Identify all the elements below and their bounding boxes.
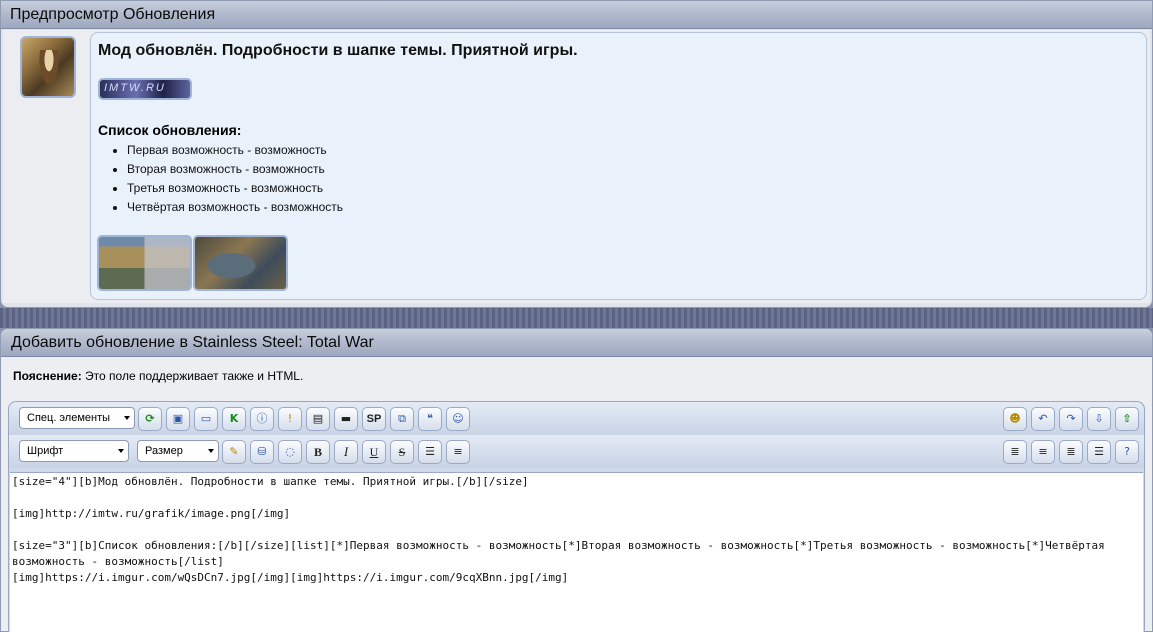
list-item: Четвёртая возможность - возможность xyxy=(127,198,343,217)
update-list-title: Список обновления: xyxy=(98,122,242,138)
special-elements-select[interactable]: Спец. элементы xyxy=(19,407,135,429)
justify-icon[interactable]: ☰ xyxy=(1087,440,1111,464)
bold-button[interactable]: B xyxy=(306,440,330,464)
upload-icon[interactable]: ⇧ xyxy=(1115,407,1139,431)
redo-icon[interactable]: ↷ xyxy=(1059,407,1083,431)
list-item: Вторая возможность - возможность xyxy=(127,160,343,179)
post-content: Мод обновлён. Подробности в шапке темы. … xyxy=(90,32,1147,300)
italic-button[interactable]: I xyxy=(334,440,358,464)
size-select-label: Размер xyxy=(145,445,183,457)
align-left-icon[interactable]: ≣ xyxy=(1003,440,1027,464)
strikethrough-button[interactable]: S xyxy=(390,440,414,464)
screenshot-thumbnail-2[interactable] xyxy=(193,235,288,291)
align-right-icon[interactable]: ≣ xyxy=(1059,440,1083,464)
font-select-label: Шрифт xyxy=(27,445,64,457)
warning-icon[interactable]: ! xyxy=(278,407,302,431)
page-icon[interactable]: ▤ xyxy=(306,407,330,431)
post-heading: Мод обновлён. Подробности в шапке темы. … xyxy=(98,42,578,59)
avatar xyxy=(20,36,76,98)
update-list: Первая возможность - возможность Вторая … xyxy=(127,141,343,217)
windows-icon[interactable]: ⧉ xyxy=(390,407,414,431)
list-item: Первая возможность - возможность xyxy=(127,141,343,160)
quote-icon[interactable]: ❝ xyxy=(418,407,442,431)
screenshot-thumbnail-1[interactable] xyxy=(97,235,192,291)
speech-bubble-icon[interactable]: ◌ xyxy=(278,440,302,464)
underline-button[interactable]: U xyxy=(362,440,386,464)
chevron-down-icon xyxy=(208,449,214,453)
user-icon[interactable]: ☺ xyxy=(446,407,470,431)
bbcode-editor: Спец. элементы ⟳ ▣ ▭ K ⓘ ! ▤ ▬ SP ⧉ ❝ ☺ … xyxy=(8,401,1145,632)
refresh-icon[interactable]: ⟳ xyxy=(138,407,162,431)
undo-icon[interactable]: ↶ xyxy=(1031,407,1055,431)
hr-icon[interactable]: ▬ xyxy=(334,407,358,431)
numbered-list-icon[interactable]: ≡ xyxy=(446,440,470,464)
k-icon[interactable]: K xyxy=(222,407,246,431)
help-icon[interactable]: ? xyxy=(1115,440,1139,464)
editor-textarea[interactable]: [size="4"][b]Мод обновлён. Подробности в… xyxy=(10,472,1143,632)
banner-image: IMTW.RU xyxy=(98,78,192,100)
window-icon[interactable]: ▭ xyxy=(194,407,218,431)
download-icon[interactable]: ⇩ xyxy=(1087,407,1111,431)
bullet-list-icon[interactable]: ☰ xyxy=(418,440,442,464)
list-item: Третья возможность - возможность xyxy=(127,179,343,198)
special-elements-label: Спец. элементы xyxy=(27,412,111,424)
separator-strip xyxy=(0,308,1153,328)
pencil-icon[interactable]: ✎ xyxy=(222,440,246,464)
size-select[interactable]: Размер xyxy=(137,440,219,462)
preview-title: Предпросмотр Обновления xyxy=(1,1,1152,29)
add-update-title: Добавить обновление в Stainless Steel: T… xyxy=(1,329,1152,357)
font-select[interactable]: Шрифт xyxy=(19,440,129,462)
preview-panel: Предпросмотр Обновления Мод обновлён. По… xyxy=(0,0,1153,308)
note-text: Это поле поддерживает также и HTML. xyxy=(81,369,304,383)
info-icon[interactable]: ⓘ xyxy=(250,407,274,431)
note: Пояснение: Это поле поддерживает также и… xyxy=(13,369,303,383)
spoiler-button[interactable]: SP xyxy=(362,407,386,431)
toolbar-row-1: Спец. элементы ⟳ ▣ ▭ K ⓘ ! ▤ ▬ SP ⧉ ❝ ☺ … xyxy=(9,402,1144,435)
chevron-down-icon xyxy=(124,416,130,420)
toolbar-row-2: Шрифт Размер ✎ ⛁ ◌ B I U S ☰ ≡ ≣ ≡ ≣ ☰ ? xyxy=(9,435,1144,468)
image-icon[interactable]: ▣ xyxy=(166,407,190,431)
chevron-down-icon xyxy=(118,449,124,453)
paint-bucket-icon[interactable]: ⛁ xyxy=(250,440,274,464)
align-center-icon[interactable]: ≡ xyxy=(1031,440,1055,464)
smiley-icon[interactable]: ☻ xyxy=(1003,407,1027,431)
note-label: Пояснение: xyxy=(13,369,82,383)
preview-body: Мод обновлён. Подробности в шапке темы. … xyxy=(3,30,1150,303)
add-update-panel: Добавить обновление в Stainless Steel: T… xyxy=(0,328,1153,632)
